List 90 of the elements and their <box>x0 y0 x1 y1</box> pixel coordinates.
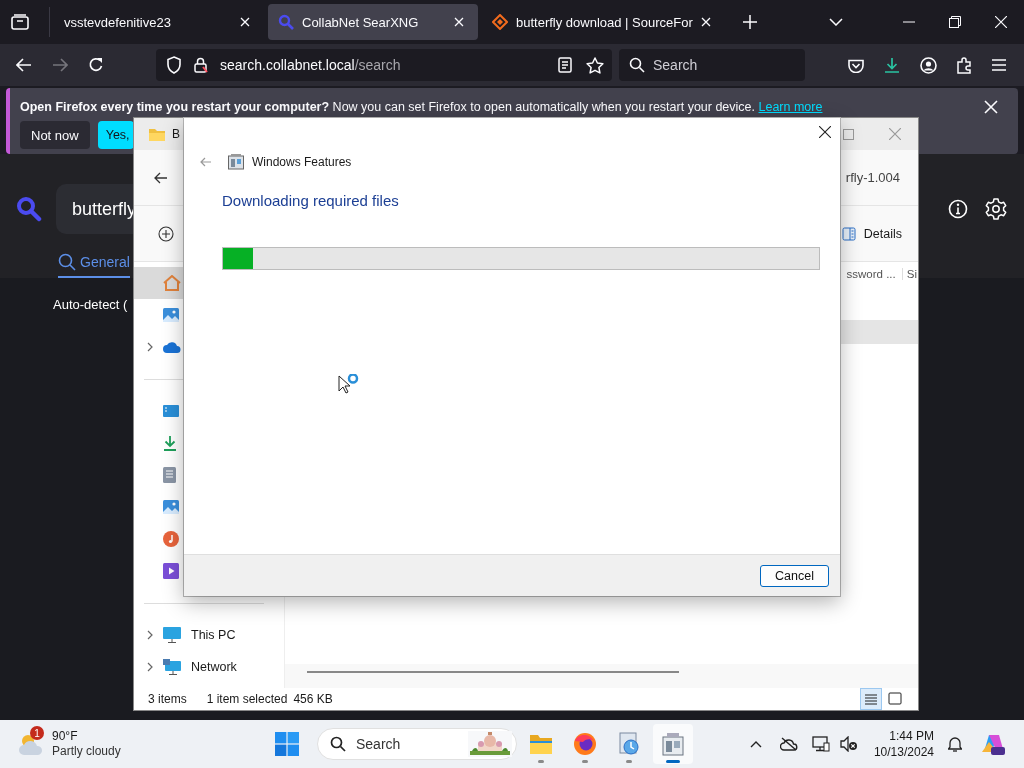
forward-arrow-icon[interactable] <box>52 58 68 72</box>
column-header[interactable]: Si <box>906 268 917 280</box>
taskbar-search-field[interactable]: Search <box>316 728 517 760</box>
search-field[interactable]: Search <box>619 49 805 81</box>
window-title: B <box>172 127 180 141</box>
search-icon <box>329 736 346 752</box>
lock-icon <box>194 57 208 73</box>
maximize-icon[interactable] <box>843 128 854 140</box>
document-icon <box>163 467 176 483</box>
clock-date[interactable]: 10/13/2024 <box>873 744 934 760</box>
search-icon <box>629 57 645 73</box>
download-icon[interactable] <box>884 57 900 73</box>
navigation-label: This PC <box>191 628 236 642</box>
browser-icon <box>572 732 597 756</box>
cloud-off-icon[interactable] <box>779 737 798 751</box>
video-icon <box>163 563 179 579</box>
search-icon <box>58 253 76 271</box>
chevron-up-icon[interactable] <box>749 740 762 748</box>
navigation-label: Network <box>191 660 237 674</box>
music-icon <box>163 531 179 547</box>
monitor-icon[interactable] <box>811 736 830 752</box>
account-icon[interactable] <box>920 56 937 74</box>
image-icon <box>163 307 179 323</box>
restore-icon[interactable] <box>949 16 961 28</box>
temperature-text: 90°F <box>52 729 79 744</box>
monitor-icon <box>163 627 181 643</box>
chevron-right-icon[interactable] <box>147 662 153 672</box>
details-button[interactable]: Details <box>837 222 906 245</box>
new-icon[interactable] <box>158 225 174 242</box>
network-icon <box>163 659 181 675</box>
pocket-icon[interactable] <box>848 57 864 73</box>
search-icon[interactable] <box>16 196 42 222</box>
browser-tab[interactable]: butterfly download | SourceFor <box>482 4 725 40</box>
star-icon[interactable] <box>586 56 604 74</box>
features-icon <box>660 732 685 756</box>
notification-button[interactable]: Not now <box>20 121 90 149</box>
start-icon[interactable] <box>274 732 299 756</box>
info-icon[interactable] <box>948 199 968 219</box>
close-icon[interactable] <box>819 126 831 138</box>
notification-badge: 1 <box>30 726 44 740</box>
navigation-item[interactable]: This PC <box>134 619 284 651</box>
chevron-down-icon[interactable] <box>828 18 843 26</box>
tab-list-icon[interactable] <box>11 14 29 30</box>
language-selector[interactable]: Auto-detect ( <box>53 297 128 312</box>
bell-icon[interactable] <box>948 736 962 752</box>
chevron-right-icon[interactable] <box>147 342 153 352</box>
column-header[interactable]: ssword ... <box>846 268 903 280</box>
status-text: 3 items <box>148 692 187 706</box>
extensions-icon[interactable] <box>956 56 972 74</box>
browser-tab[interactable]: CollabNet SearXNG <box>268 4 478 40</box>
address-path[interactable]: rfly-1.004 <box>845 170 900 185</box>
reload-icon[interactable] <box>88 57 104 73</box>
clock-time[interactable]: 1:44 PM <box>889 728 934 744</box>
browser-tab[interactable]: vsstevdefenitive23 <box>54 4 264 40</box>
scrollbar-thumb[interactable] <box>307 671 679 673</box>
settings-icon[interactable] <box>985 198 1007 220</box>
notification-message: Open Firefox every time you restart your computer? Now you can set Firefox to open automatically when you restart your device. Learn more <box>20 100 823 114</box>
folder-icon <box>148 126 166 142</box>
menu-icon[interactable] <box>992 59 1006 71</box>
image-icon <box>163 499 179 515</box>
status-text: 456 KB <box>293 692 333 706</box>
muted-speaker-icon[interactable] <box>839 736 858 752</box>
window-title: Windows Features <box>252 155 352 169</box>
shield-icon <box>166 56 182 74</box>
setup-icon <box>616 732 641 756</box>
search-icon <box>278 14 294 30</box>
download-icon <box>163 435 177 451</box>
dialog-heading: Downloading required files <box>222 192 400 209</box>
new-tab-icon[interactable] <box>742 15 757 29</box>
details-view-icon[interactable] <box>860 688 882 710</box>
notification-button[interactable]: Yes, <box>97 121 134 149</box>
cloud-icon <box>163 341 181 353</box>
back-arrow-icon[interactable] <box>154 171 168 184</box>
weather-condition: Partly cloudy <box>52 744 121 759</box>
diamond-icon <box>492 14 508 30</box>
url-text: search.collabnet.local/search <box>220 57 401 73</box>
navigation-item[interactable]: Network <box>134 651 284 683</box>
cancel-button[interactable]: Cancel <box>760 564 829 587</box>
learn-more-link[interactable]: Learn more <box>758 100 823 114</box>
folder-icon <box>528 733 553 755</box>
status-text: 1 item selected <box>206 692 288 706</box>
details-pane-icon <box>841 226 856 241</box>
copilot-icon[interactable] <box>980 732 1006 756</box>
desktop-icon <box>163 405 179 417</box>
address-bar[interactable]: search.collabnet.local/search <box>156 49 612 81</box>
chevron-right-icon[interactable] <box>147 630 153 640</box>
reader-view-icon[interactable] <box>558 57 572 73</box>
features-icon <box>228 154 244 170</box>
taskbar-button[interactable] <box>652 724 693 764</box>
home-icon <box>163 275 181 291</box>
